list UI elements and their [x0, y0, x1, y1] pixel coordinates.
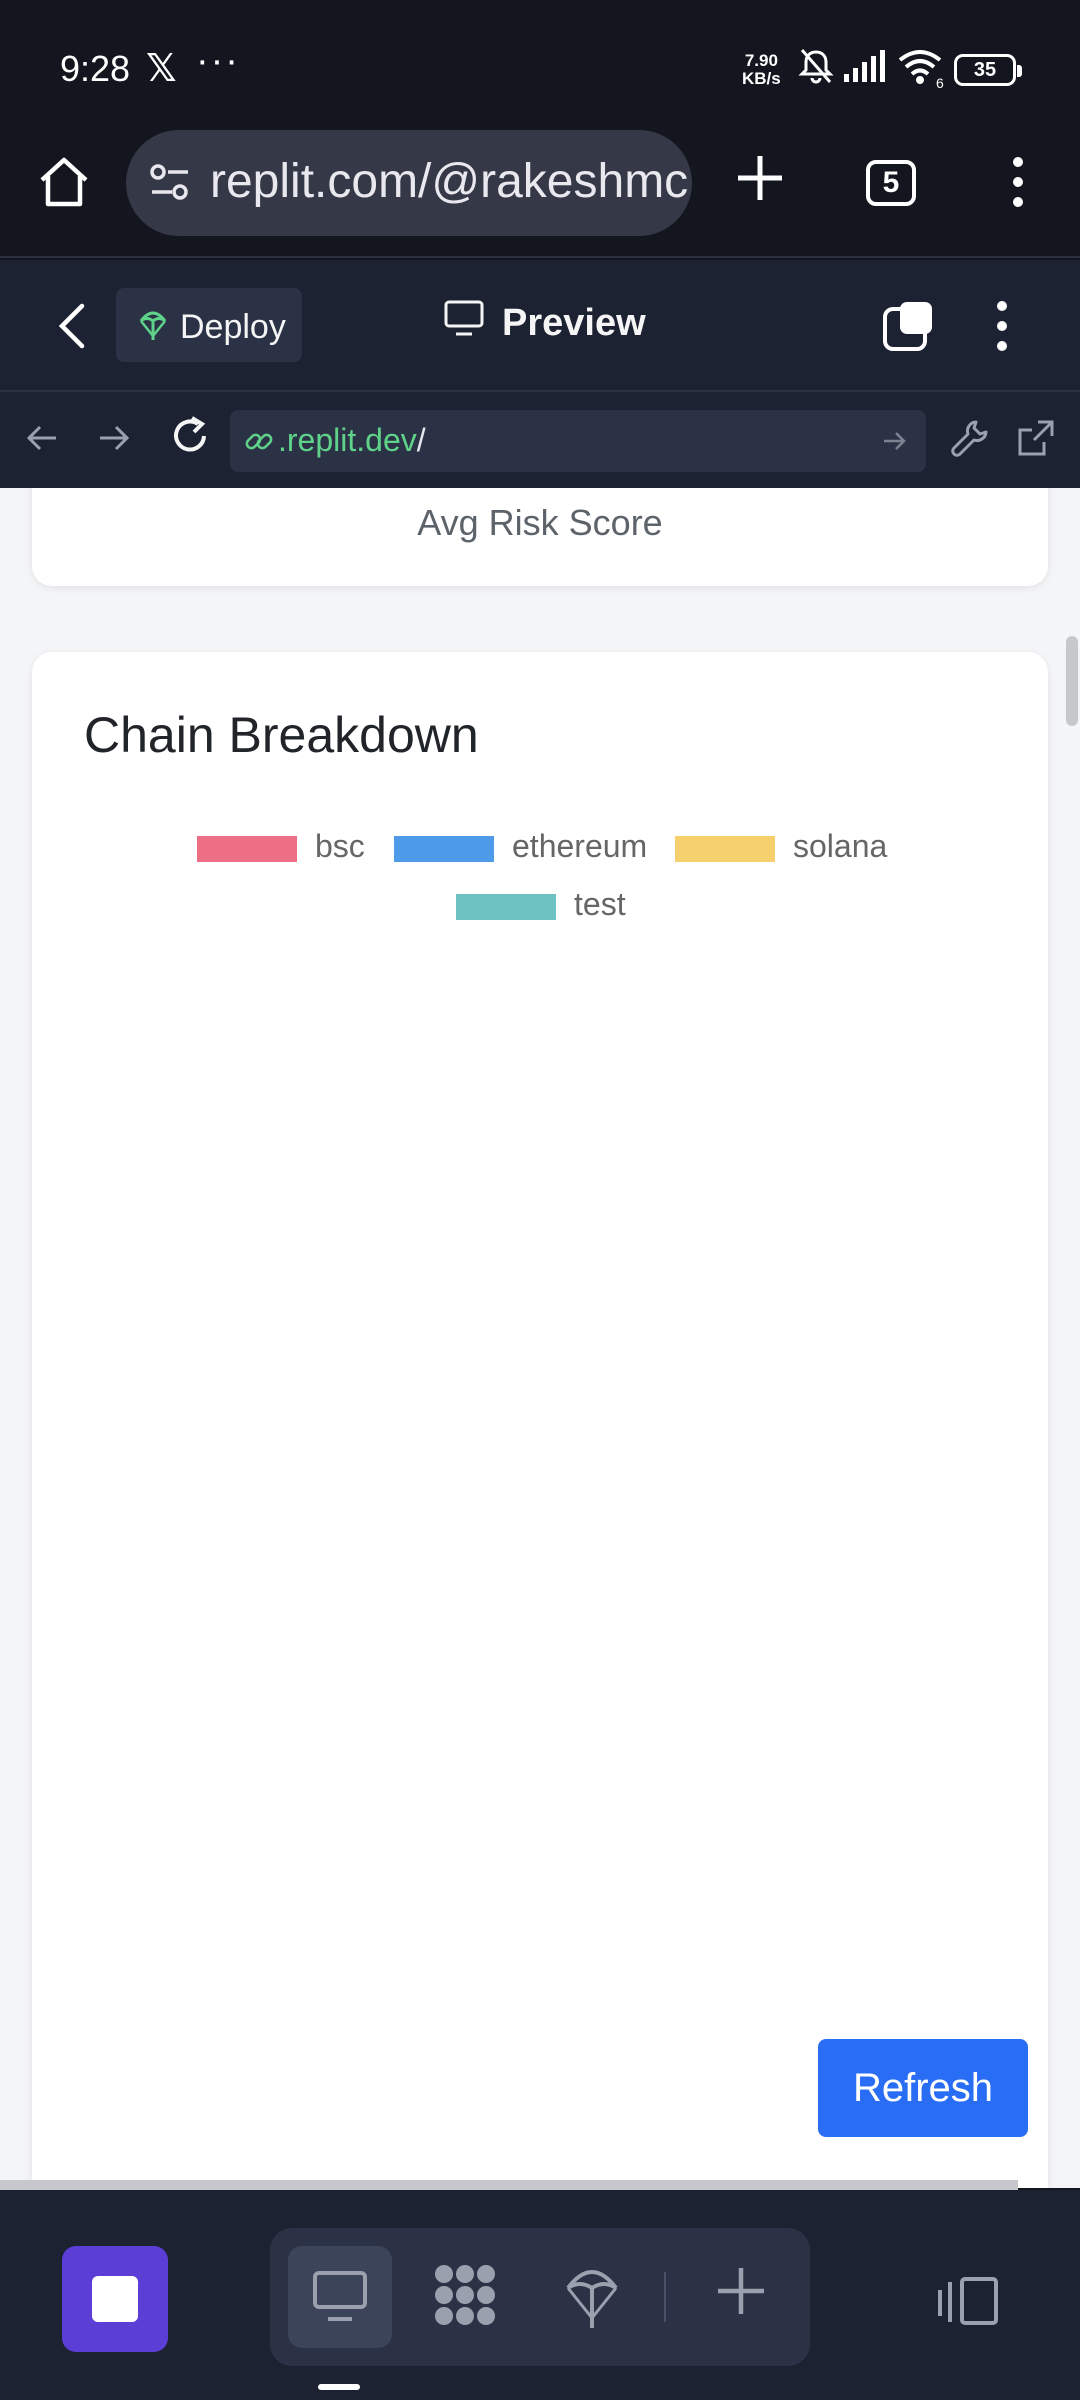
network-speed: 7.90 KB/s — [742, 52, 781, 88]
preview-tab[interactable]: Preview — [444, 300, 646, 344]
horizontal-scrollbar[interactable] — [0, 2180, 1018, 2190]
wifi-icon: 6 — [898, 50, 944, 90]
deploy-label: Deploy — [180, 308, 286, 346]
monitor-icon — [444, 300, 484, 336]
webview-forward-icon[interactable] — [96, 420, 132, 456]
legend-swatch — [675, 836, 775, 862]
chevron-left-icon[interactable] — [56, 302, 88, 350]
replit-header: Deploy Preview — [0, 260, 1080, 390]
wifi-badge: 6 — [936, 75, 944, 90]
chain-breakdown-card: Chain Breakdown bsc ethereum solana test — [32, 652, 1048, 2188]
legend-label: ethereum — [512, 828, 648, 864]
browser-url-text: replit.com/@rakeshmc — [210, 155, 689, 208]
web-content: Avg Risk Score Chain Breakdown bsc ethere… — [0, 488, 1080, 2188]
bottom-tool-group — [270, 2228, 810, 2366]
external-link-icon[interactable] — [1016, 418, 1056, 458]
add-tool-icon[interactable] — [716, 2266, 766, 2316]
reload-icon[interactable] — [168, 414, 212, 458]
webview-nav-bar: .replit.dev/ — [0, 390, 1080, 488]
legend-swatch — [394, 836, 494, 862]
tabs-overview-icon[interactable] — [882, 300, 934, 352]
more-notifications-icon: ··· — [196, 40, 240, 82]
battery-indicator: 35 — [954, 54, 1022, 86]
vertical-scrollbar[interactable] — [1066, 636, 1078, 726]
browser-url-bar[interactable]: replit.com/@rakeshmc — [126, 130, 692, 236]
preview-tool-button[interactable] — [288, 2246, 392, 2348]
address-domain: .replit.dev — [278, 422, 417, 458]
home-icon[interactable] — [36, 154, 92, 210]
workflow-icon[interactable] — [432, 2262, 498, 2328]
stop-button[interactable] — [62, 2246, 168, 2352]
deploy-icon — [139, 311, 167, 340]
webview-address-text: .replit.dev/ — [278, 422, 426, 459]
signal-icon — [844, 50, 885, 82]
preview-label: Preview — [502, 302, 646, 344]
new-tab-icon[interactable] — [734, 152, 786, 204]
go-arrow-icon[interactable] — [882, 428, 908, 454]
site-settings-icon[interactable] — [148, 162, 192, 202]
browser-toolbar: replit.com/@rakeshmc 5 — [0, 130, 1080, 258]
browser-menu-icon[interactable] — [1000, 154, 1036, 210]
split-view-icon[interactable] — [936, 2276, 1000, 2326]
legend-swatch — [197, 836, 297, 862]
legend-label: bsc — [315, 828, 365, 864]
network-speed-unit: KB/s — [742, 69, 781, 88]
bottom-toolbar — [0, 2190, 1080, 2400]
x-app-icon: 𝕏 — [146, 48, 177, 90]
home-indicator[interactable] — [318, 2384, 360, 2390]
monitor-icon — [313, 2271, 367, 2321]
deploy-icon[interactable] — [564, 2262, 620, 2330]
wrench-icon[interactable] — [950, 418, 990, 458]
address-path: / — [416, 422, 426, 458]
webview-back-icon[interactable] — [24, 420, 60, 456]
legend-label: test — [574, 886, 626, 922]
refresh-button[interactable]: Refresh — [818, 2039, 1028, 2137]
status-bar: 9:28 𝕏 ··· 7.90 KB/s 6 35 — [0, 0, 1080, 130]
tab-switcher-button[interactable]: 5 — [866, 160, 916, 206]
legend-swatch — [456, 894, 556, 920]
status-time: 9:28 — [60, 48, 131, 89]
network-speed-value: 7.90 — [744, 51, 778, 70]
deploy-button[interactable]: Deploy — [116, 288, 302, 362]
webview-address-bar[interactable]: .replit.dev/ — [230, 410, 926, 472]
stat-card: Avg Risk Score — [32, 488, 1048, 586]
replit-menu-icon[interactable] — [990, 300, 1014, 352]
stat-caption: Avg Risk Score — [417, 502, 663, 543]
bell-muted-icon — [798, 49, 834, 84]
legend-label: solana — [793, 828, 888, 864]
chart-title: Chain Breakdown — [84, 707, 479, 763]
stop-icon — [92, 2276, 138, 2322]
toolbar-divider — [664, 2272, 666, 2322]
link-icon — [245, 433, 273, 450]
